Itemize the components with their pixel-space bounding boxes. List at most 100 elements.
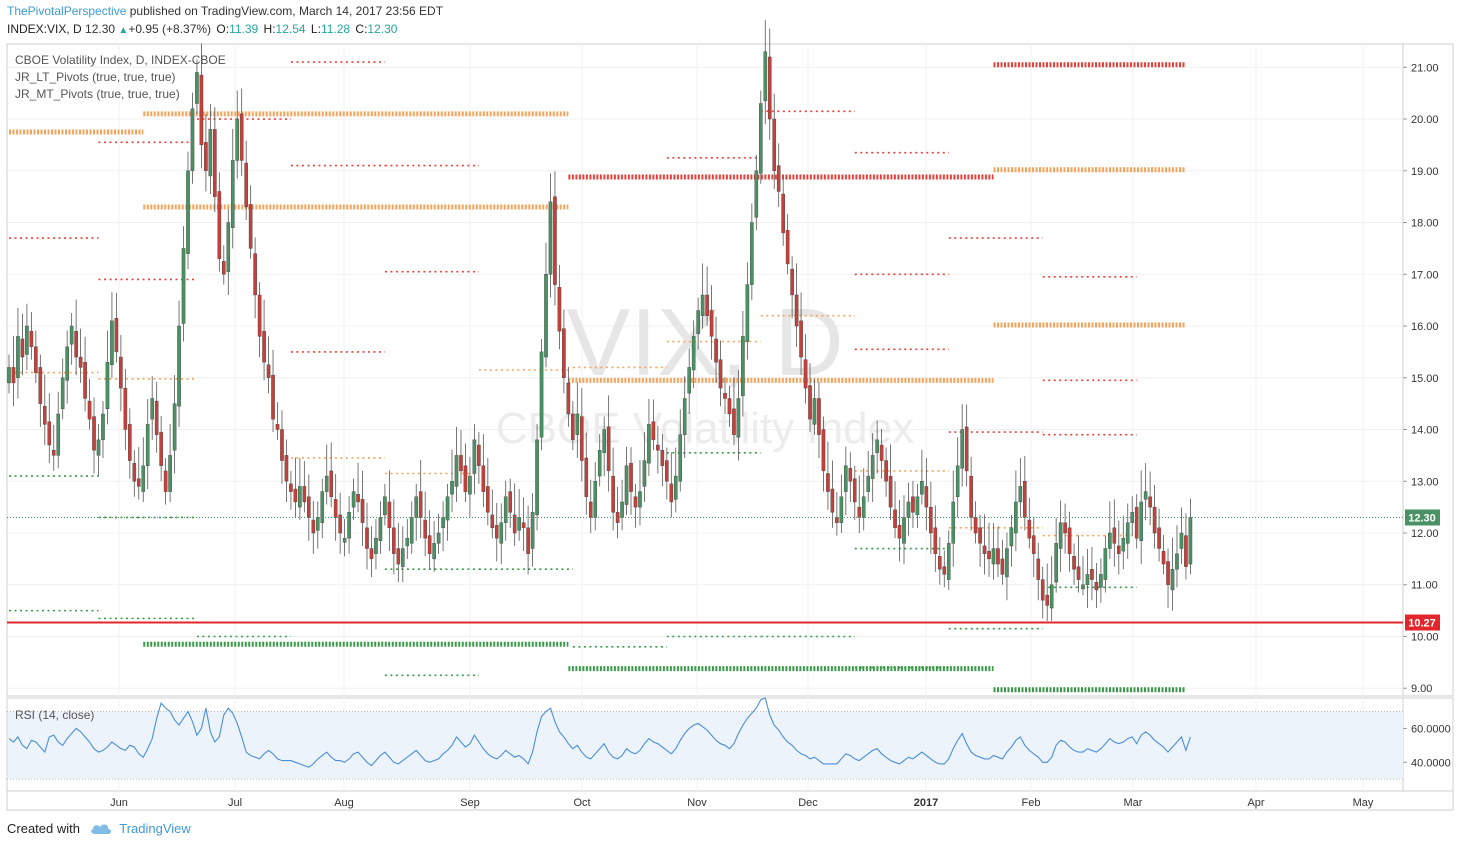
candle-body — [172, 403, 177, 451]
candle-body — [481, 465, 486, 492]
legend-indicator-mt[interactable]: JR_MT_Pivots (true, true, true) — [15, 87, 180, 101]
candle-body — [633, 496, 638, 508]
candle-body — [20, 338, 25, 358]
tradingview-link[interactable]: TradingView — [119, 821, 191, 836]
candle-body — [812, 398, 817, 425]
candle-body — [1116, 545, 1121, 554]
candle-body — [25, 325, 29, 355]
candle-body — [888, 475, 893, 508]
candle-body — [65, 346, 69, 381]
candle-body — [714, 338, 718, 363]
candle-body — [803, 359, 808, 389]
candle-body — [597, 450, 602, 477]
candle-body — [588, 501, 593, 518]
candle-body — [409, 517, 414, 544]
candle-body — [852, 478, 857, 503]
candle-body — [1121, 537, 1126, 552]
candle-body — [436, 532, 441, 544]
candle-body — [1152, 506, 1157, 534]
price-tick-label: 12.00 — [1411, 528, 1439, 540]
rsi-legend[interactable]: RSI (14, close) — [15, 708, 94, 722]
candle-body — [835, 517, 839, 523]
candle-body — [781, 193, 785, 234]
candle-body — [767, 56, 772, 120]
price-tick-label: 11.00 — [1411, 580, 1438, 592]
candle-body — [1179, 532, 1184, 549]
candle-body — [1166, 561, 1170, 585]
candle-body — [1027, 519, 1032, 539]
candle-body — [38, 367, 43, 404]
candle-body — [754, 170, 759, 218]
candle-body — [351, 491, 356, 508]
candle-body — [154, 400, 159, 435]
candle-body — [284, 455, 289, 482]
created-with-text: Created with — [7, 821, 80, 836]
candle-body — [1058, 522, 1063, 549]
candle-body — [47, 421, 52, 446]
time-tick-label: Mar — [1124, 797, 1143, 809]
legend-title[interactable]: CBOE Volatility Index, D, INDEX-CBOE — [15, 53, 226, 67]
candle-body — [897, 525, 902, 539]
legend-indicator-lt[interactable]: JR_LT_Pivots (true, true, true) — [15, 70, 176, 84]
price-lines: 12.30 10.27 — [7, 509, 1440, 631]
candle-body — [1076, 566, 1081, 580]
candle-body — [311, 519, 316, 534]
candle-body — [924, 486, 929, 508]
candle-body — [92, 416, 96, 451]
candle-body — [114, 318, 119, 353]
candle-body — [929, 506, 933, 534]
candle-body — [204, 142, 208, 171]
candle-body — [315, 517, 320, 531]
candle-body — [392, 527, 396, 554]
candle-body — [235, 118, 240, 161]
time-tick-label: Dec — [798, 797, 818, 809]
candle-body — [132, 462, 137, 482]
candle-body — [275, 424, 280, 430]
candle-body — [1139, 501, 1143, 541]
candle-body — [830, 488, 835, 513]
time-tick-label: Oct — [573, 797, 590, 809]
candle-body — [136, 478, 141, 487]
candle-body — [651, 421, 656, 441]
candle-body — [673, 475, 678, 500]
price-tick-label: 15.00 — [1411, 373, 1439, 385]
candle-body — [1009, 527, 1014, 547]
chart-canvas[interactable]: VIX, D CBOE Volatility Index 12.3010.27 … — [0, 0, 1460, 847]
candle-body — [1023, 481, 1027, 518]
candle-body — [620, 501, 624, 518]
candle-body — [1085, 574, 1090, 585]
candle-body — [691, 336, 696, 371]
candle-body — [1103, 548, 1108, 580]
candle-body — [360, 499, 365, 523]
candle-body — [951, 501, 956, 544]
candle-body — [450, 481, 454, 495]
candle-body — [374, 537, 378, 554]
candle-body — [848, 468, 853, 482]
price-axis[interactable]: 21.00 20.00 19.00 18.00 17.00 16.00 15.00 14.00… — [1403, 62, 1439, 695]
candle-body — [700, 294, 705, 316]
candle-body — [486, 486, 490, 513]
candle-body — [772, 118, 777, 171]
candle-body — [709, 310, 714, 337]
candle-body — [427, 535, 432, 554]
time-axis[interactable]: Jun Jul Aug Sep Oct Nov Dec 2017 Feb Mar Apr May — [110, 797, 1374, 809]
candle-body — [468, 475, 472, 495]
candle-body — [1018, 486, 1023, 503]
candle-body — [745, 284, 750, 342]
candle-body — [920, 481, 924, 495]
candle-body — [186, 170, 190, 254]
candle-body — [110, 320, 114, 366]
candle-body — [571, 413, 575, 441]
candle-body — [459, 455, 463, 472]
candle-body — [177, 325, 181, 407]
candle-body — [159, 431, 163, 466]
candle-body — [799, 320, 803, 358]
candle-body — [763, 51, 768, 102]
candle-body — [562, 328, 566, 378]
time-tick-label: Aug — [334, 797, 354, 809]
candle-body — [226, 222, 231, 272]
candle-body — [584, 457, 589, 497]
candle-body — [785, 230, 790, 265]
candle-body — [508, 491, 513, 513]
time-tick-label: May — [1353, 797, 1374, 809]
